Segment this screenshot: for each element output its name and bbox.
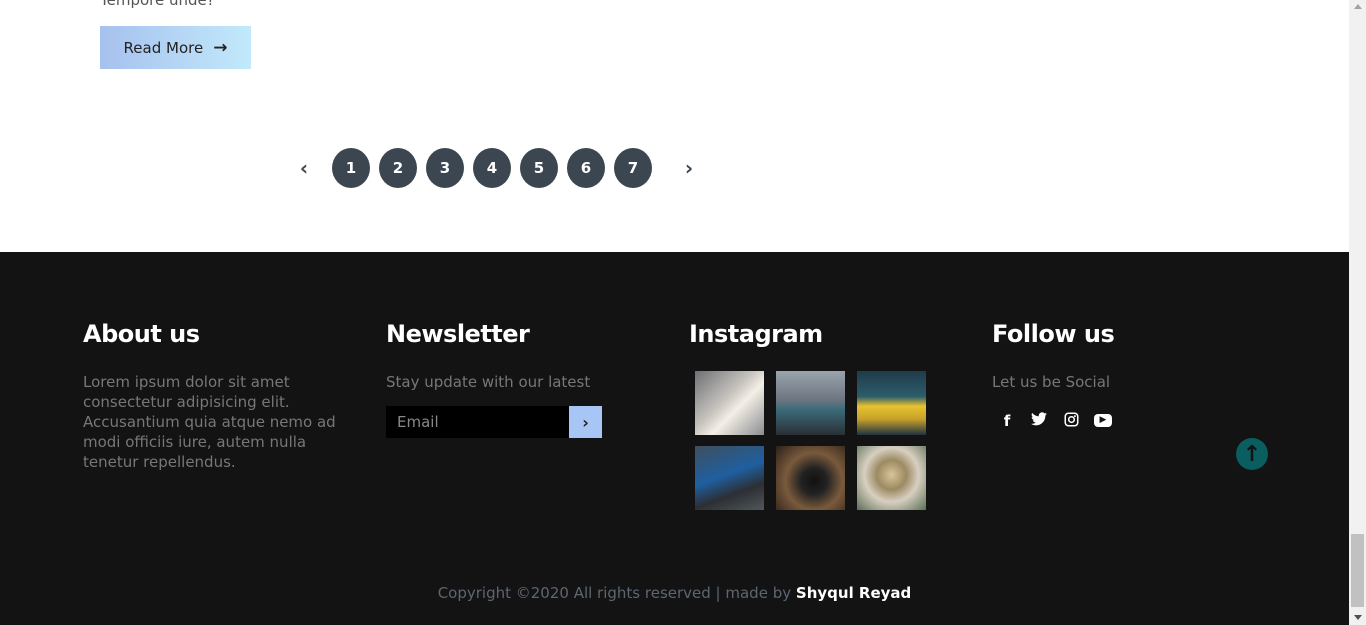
newsletter-text: Stay update with our latest <box>386 373 591 391</box>
scroll-down-arrow-icon[interactable] <box>1354 615 1362 620</box>
site-footer: About us Lorem ipsum dolor sit amet cons… <box>0 252 1349 625</box>
blog-content-area: Tempore unde? Read More → ‹ 1 2 3 4 5 6 … <box>0 0 1349 252</box>
post-excerpt-tail: Tempore unde? <box>100 0 215 9</box>
arrow-up-circle-icon: ↑ <box>1242 441 1262 467</box>
twitter-icon[interactable] <box>1030 412 1048 431</box>
man-yellow-shirt-photo[interactable] <box>857 371 926 435</box>
page-button-1[interactable]: 1 <box>332 148 370 188</box>
scroll-up-arrow-icon[interactable] <box>1354 4 1362 9</box>
page-button-3[interactable]: 3 <box>426 148 464 188</box>
instagram-title: Instagram <box>689 320 823 348</box>
chevron-left-icon: ‹ <box>299 156 309 180</box>
footer-about-section: About us Lorem ipsum dolor sit amet cons… <box>83 320 353 472</box>
page-button-7[interactable]: 7 <box>614 148 652 188</box>
page-button-4[interactable]: 4 <box>473 148 511 188</box>
white-puppy-photo[interactable] <box>695 371 764 435</box>
arrow-right-icon: → <box>213 37 228 58</box>
blue-car-photo[interactable] <box>695 446 764 510</box>
read-more-label: Read More <box>123 38 204 57</box>
scroll-to-top-button[interactable]: ↑ <box>1236 438 1268 470</box>
about-title: About us <box>83 320 200 348</box>
vertical-scrollbar[interactable] <box>1349 0 1366 625</box>
page-button-5[interactable]: 5 <box>520 148 558 188</box>
social-links: f ▶ <box>998 412 1114 431</box>
youtube-icon[interactable]: ▶ <box>1094 414 1112 427</box>
chevron-right-icon: › <box>684 156 694 180</box>
read-more-button[interactable]: Read More → <box>100 26 251 69</box>
pagination-next-button[interactable]: › <box>677 148 701 188</box>
newsletter-submit-button[interactable]: › <box>569 406 602 438</box>
pagination: ‹ 1 2 3 4 5 6 7 › <box>292 148 701 188</box>
scrollbar-thumb[interactable] <box>1351 534 1364 607</box>
page-button-6[interactable]: 6 <box>567 148 605 188</box>
newsletter-form: › <box>386 406 626 438</box>
chevron-right-icon: › <box>582 412 589 432</box>
woman-sitting-city-photo[interactable] <box>776 371 845 435</box>
instagram-icon[interactable] <box>1062 412 1080 431</box>
newsletter-title: Newsletter <box>386 320 530 348</box>
footer-follow-section: Follow us Let us be Social f ▶ <box>992 320 1115 431</box>
copyright-text: Copyright ©2020 All rights reserved | ma… <box>437 584 792 602</box>
about-text: Lorem ipsum dolor sit amet consectetur a… <box>83 373 336 471</box>
facebook-icon[interactable]: f <box>998 412 1016 431</box>
author-name: Shyqul Reyad <box>795 584 912 602</box>
camera-lens-photo[interactable] <box>776 446 845 510</box>
hand-compass-photo[interactable] <box>857 446 926 510</box>
follow-text: Let us be Social <box>992 373 1111 391</box>
footer-newsletter-section: Newsletter Stay update with our latest › <box>386 320 626 438</box>
email-field[interactable] <box>386 406 569 438</box>
instagram-grid <box>695 371 926 510</box>
footer-instagram-section: Instagram <box>689 320 926 510</box>
pagination-prev-button[interactable]: ‹ <box>292 148 316 188</box>
page-button-2[interactable]: 2 <box>379 148 417 188</box>
copyright-line: Copyright ©2020 All rights reserved | ma… <box>0 584 1349 602</box>
follow-title: Follow us <box>992 320 1115 348</box>
